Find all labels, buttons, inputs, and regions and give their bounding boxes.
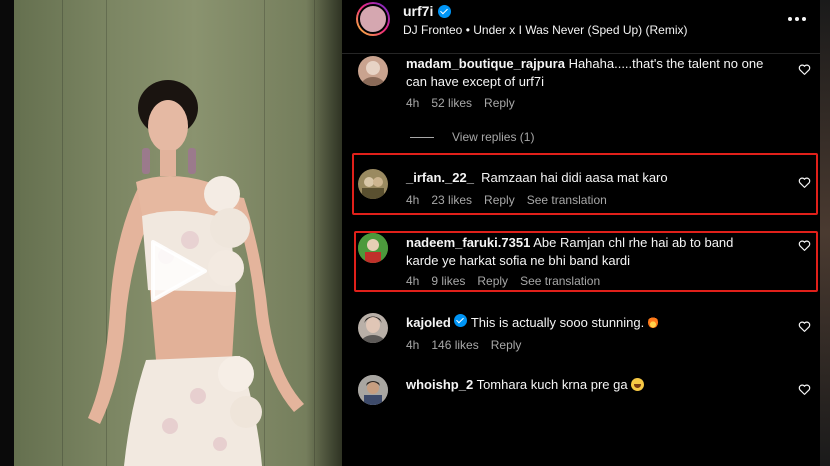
see-translation-link[interactable]: See translation bbox=[520, 274, 600, 288]
reply-button[interactable]: Reply bbox=[484, 193, 515, 207]
comment-time: 4h bbox=[406, 193, 420, 207]
author-username[interactable]: urf7i bbox=[403, 3, 452, 19]
comment-likes[interactable]: 23 likes bbox=[431, 193, 472, 207]
see-translation-link[interactable]: See translation bbox=[527, 193, 607, 207]
fire-emoji-icon bbox=[647, 316, 658, 328]
comment-username[interactable]: _irfan._22_ bbox=[406, 170, 474, 185]
comment-time: 4h bbox=[406, 338, 420, 352]
play-icon bbox=[151, 240, 207, 302]
reply-button[interactable]: Reply bbox=[484, 96, 515, 110]
comment-text: whoishp_2 Tomhara kuch krna pre ga bbox=[406, 376, 766, 394]
heart-icon[interactable] bbox=[798, 176, 811, 189]
verified-badge-icon bbox=[454, 314, 468, 327]
commenter-avatar[interactable] bbox=[358, 56, 388, 86]
comment-text: _irfan._22_ Ramzaan hai didi aasa mat ka… bbox=[406, 170, 668, 185]
comments-panel: urf7i DJ Fronteo • Under x I Was Never (… bbox=[342, 0, 820, 466]
comment-username[interactable]: nadeem_faruki.7351 bbox=[406, 235, 530, 250]
comment-likes[interactable]: 9 likes bbox=[431, 274, 465, 288]
comment-meta: 4h 9 likes Reply See translation bbox=[406, 274, 600, 288]
audio-track-link[interactable]: DJ Fronteo • Under x I Was Never (Sped U… bbox=[403, 23, 688, 37]
commenter-avatar[interactable] bbox=[358, 233, 388, 263]
comment-likes[interactable]: 52 likes bbox=[431, 96, 472, 110]
reply-button[interactable]: Reply bbox=[477, 274, 508, 288]
commenter-avatar[interactable] bbox=[358, 375, 388, 405]
post-header: urf7i DJ Fronteo • Under x I Was Never (… bbox=[342, 0, 820, 54]
laughing-emoji-icon bbox=[631, 378, 645, 391]
comment-time: 4h bbox=[406, 274, 420, 288]
comment-time: 4h bbox=[406, 96, 420, 110]
commenter-avatar[interactable] bbox=[358, 169, 388, 199]
comment-text: madam_boutique_rajpura Hahaha.....that's… bbox=[406, 56, 764, 89]
comment-username[interactable]: kajoled bbox=[406, 315, 451, 330]
adjacent-post-edge bbox=[820, 0, 830, 466]
author-avatar[interactable] bbox=[356, 2, 390, 36]
view-replies-button[interactable]: View replies (1) bbox=[410, 130, 534, 144]
comment-text: nadeem_faruki.7351 Abe Ramjan chl rhe ha… bbox=[406, 235, 734, 268]
reply-button[interactable]: Reply bbox=[491, 338, 522, 352]
commenter-avatar[interactable] bbox=[358, 313, 388, 343]
heart-icon[interactable] bbox=[798, 63, 811, 76]
comment-meta: 4h 23 likes Reply See translation bbox=[406, 193, 607, 207]
comment-username[interactable]: madam_boutique_rajpura bbox=[406, 56, 565, 71]
heart-icon[interactable] bbox=[798, 239, 811, 252]
comment-text: kajoled This is actually sooo stunning. bbox=[406, 314, 766, 332]
reel-video-panel[interactable] bbox=[0, 0, 342, 466]
play-button[interactable] bbox=[138, 234, 218, 308]
heart-icon[interactable] bbox=[798, 383, 811, 396]
comment-meta: 4h 52 likes Reply bbox=[406, 96, 515, 110]
heart-icon[interactable] bbox=[798, 320, 811, 333]
more-options-icon[interactable] bbox=[788, 8, 808, 28]
replies-divider bbox=[410, 136, 434, 138]
verified-badge-icon bbox=[438, 4, 452, 18]
comment-username[interactable]: whoishp_2 bbox=[406, 377, 473, 392]
wall-panel-line bbox=[62, 0, 63, 466]
comment-likes[interactable]: 146 likes bbox=[431, 338, 478, 352]
backdrop-shadow bbox=[306, 0, 342, 466]
comment-meta: 4h 146 likes Reply bbox=[406, 338, 521, 352]
